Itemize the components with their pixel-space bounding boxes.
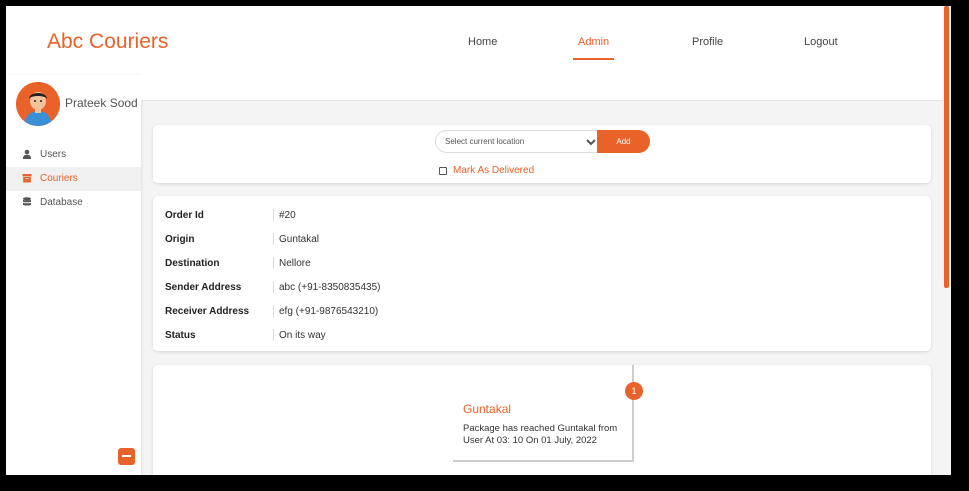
detail-value: efg (+91-9876543210) xyxy=(279,306,379,317)
detail-divider xyxy=(273,209,274,221)
detail-row-origin: Origin Guntakal xyxy=(165,232,905,250)
nav-admin-link[interactable]: Admin xyxy=(578,36,609,48)
sidebar-item-users[interactable]: Users xyxy=(6,143,141,167)
mark-delivered-checkbox[interactable] xyxy=(439,167,447,175)
tracking-timeline-card: 1 Guntakal Package has reached Guntakal … xyxy=(153,365,931,475)
detail-value: abc (+91-8350835435) xyxy=(279,282,381,293)
nav-logout-link[interactable]: Logout xyxy=(804,36,838,48)
detail-row-order-id: Order Id #20 xyxy=(165,208,905,226)
detail-row-destination: Destination Nellore xyxy=(165,256,905,274)
add-location-button[interactable]: Add xyxy=(597,130,650,153)
detail-key: Sender Address xyxy=(165,282,242,293)
sidebar: Prateek Sood Users Couriers Database xyxy=(6,75,141,475)
detail-row-sender-address: Sender Address abc (+91-8350835435) xyxy=(165,280,905,298)
archive-icon xyxy=(22,173,32,183)
mark-delivered-label[interactable]: Mark As Delivered xyxy=(453,165,534,176)
user-icon xyxy=(22,149,32,159)
detail-row-status: Status On its way xyxy=(165,328,905,346)
timeline-step-description: Package has reached Guntakal from User A… xyxy=(463,423,618,446)
scrollbar-thumb[interactable] xyxy=(944,6,949,288)
collapse-sidebar-button[interactable] xyxy=(118,448,135,465)
top-navbar: Abc Couriers Home Admin Profile Logout xyxy=(6,6,951,75)
sidebar-item-label: Database xyxy=(40,197,83,208)
detail-divider xyxy=(273,305,274,317)
location-select[interactable]: Select current location xyxy=(441,131,599,152)
detail-key: Origin xyxy=(165,234,195,245)
sidebar-item-label: Users xyxy=(40,149,67,160)
detail-divider xyxy=(273,281,274,293)
database-icon xyxy=(22,197,32,207)
user-avatar xyxy=(16,82,60,126)
avatar-person-icon xyxy=(16,82,60,126)
detail-row-receiver-address: Receiver Address efg (+91-9876543210) xyxy=(165,304,905,322)
timeline-step-badge: 1 xyxy=(625,382,643,400)
user-name: Prateek Sood xyxy=(65,96,138,110)
detail-value: #20 xyxy=(279,210,296,221)
location-select-wrapper: Select current location xyxy=(435,130,600,153)
detail-key: Order Id xyxy=(165,210,204,221)
brand-logo[interactable]: Abc Couriers xyxy=(47,30,168,54)
detail-value: Guntakal xyxy=(279,234,320,245)
detail-key: Receiver Address xyxy=(165,306,250,317)
detail-divider xyxy=(273,233,274,245)
location-update-card: Select current location Add Mark As Deli… xyxy=(153,125,931,183)
sidebar-item-database[interactable]: Database xyxy=(6,191,141,215)
detail-value: Nellore xyxy=(279,258,311,269)
detail-divider xyxy=(273,329,274,341)
nav-home-link[interactable]: Home xyxy=(468,36,497,48)
order-details-card: Order Id #20 Origin Guntakal Destination… xyxy=(153,196,931,351)
timeline-connector-line xyxy=(453,460,634,462)
content-header xyxy=(141,75,945,101)
detail-value: On its way xyxy=(279,330,326,341)
detail-key: Status xyxy=(165,330,196,341)
app-window: Abc Couriers Home Admin Profile Logout P… xyxy=(6,6,951,475)
nav-profile-link[interactable]: Profile xyxy=(692,36,723,48)
timeline-step-title: Guntakal xyxy=(463,402,512,416)
detail-divider xyxy=(273,257,274,269)
sidebar-item-label: Couriers xyxy=(40,173,78,184)
active-nav-underline xyxy=(573,58,614,60)
detail-key: Destination xyxy=(165,258,220,269)
sidebar-item-couriers[interactable]: Couriers xyxy=(6,167,141,191)
